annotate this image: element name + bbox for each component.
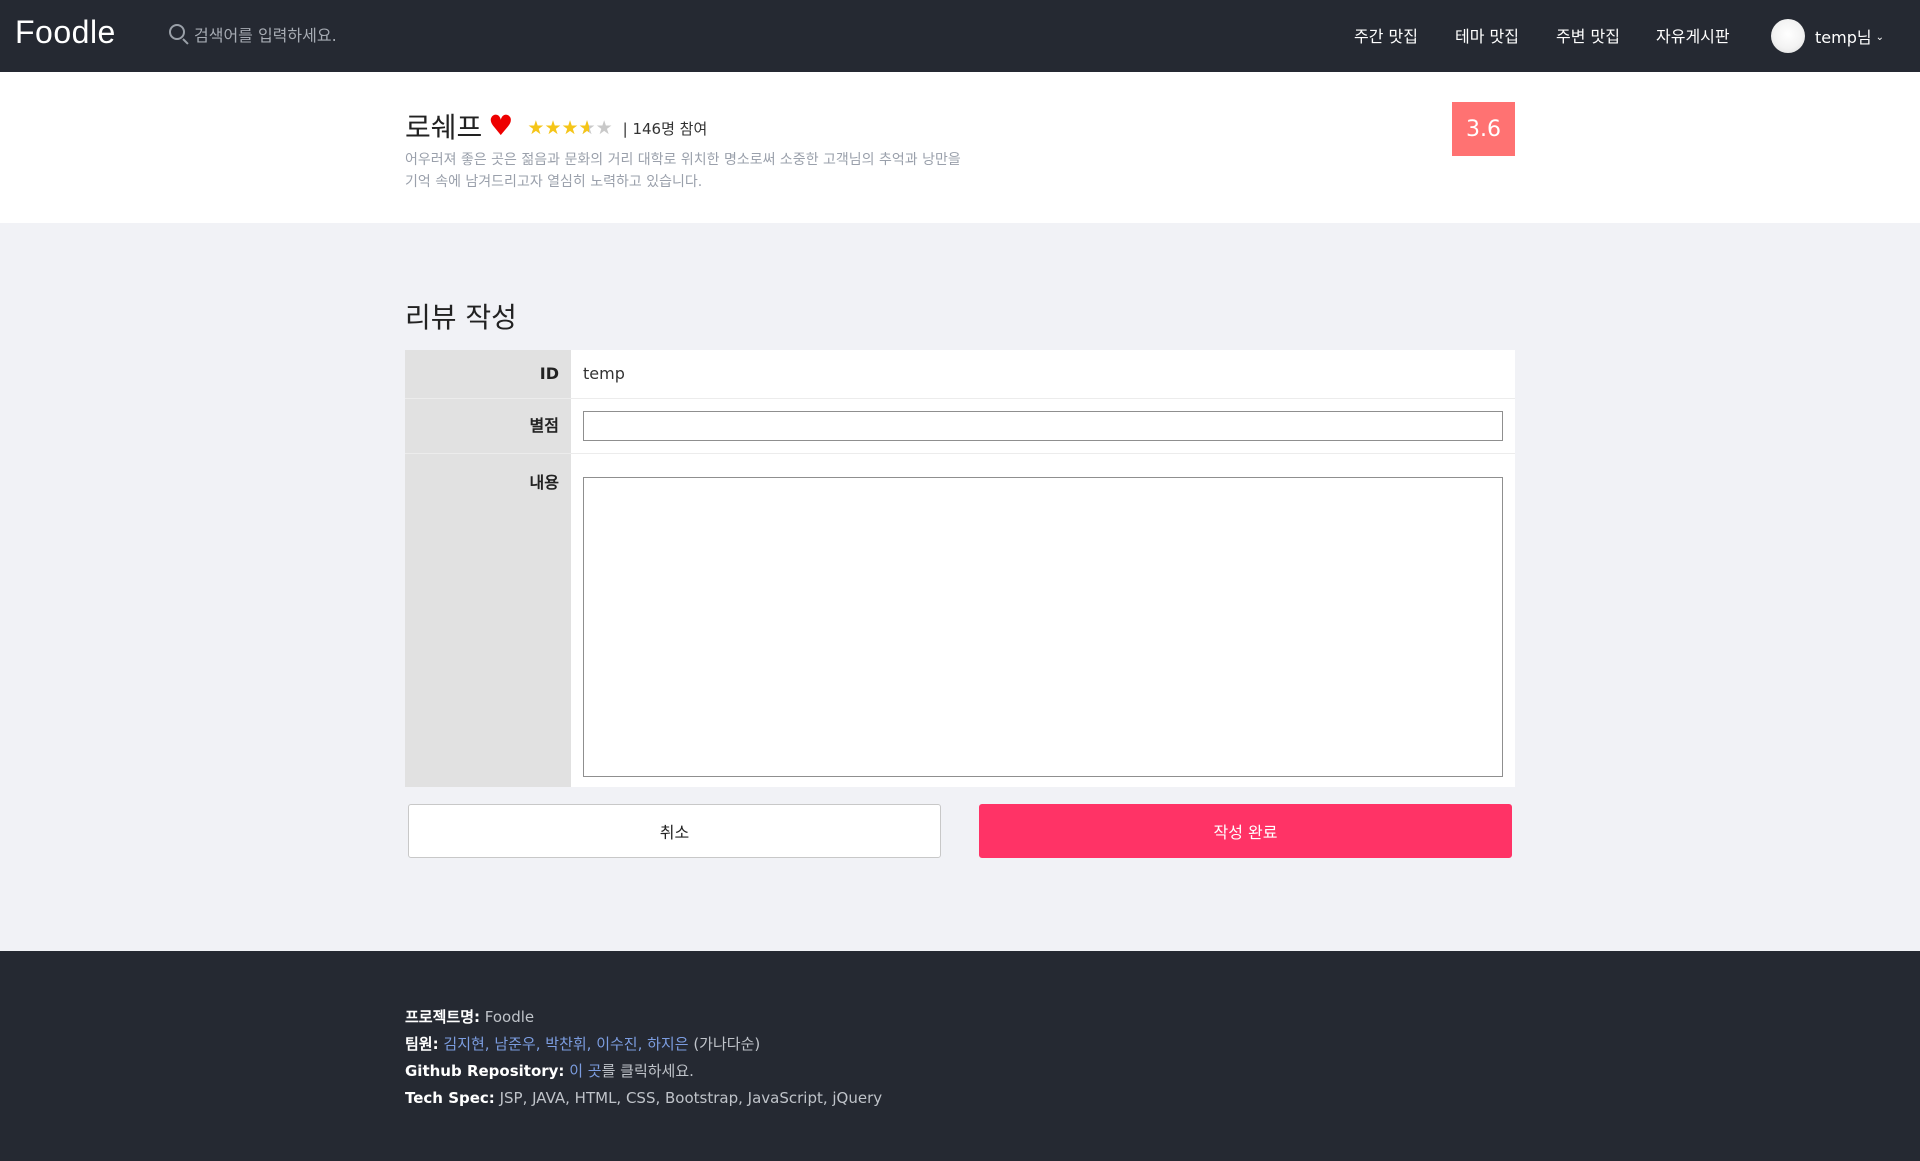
user-name[interactable]: temp님 [1815, 24, 1872, 48]
repo-key: Github Repository: [405, 1062, 565, 1080]
repo-suffix: 를 클릭하세요. [601, 1062, 694, 1080]
rating-cell [571, 399, 1515, 453]
tech-value: JSP, JAVA, HTML, CSS, Bootstrap, JavaScr… [499, 1089, 883, 1107]
form-row-rating: 별점 [405, 399, 1515, 454]
team-key: 팀원: [405, 1035, 439, 1053]
form-row-id: ID temp [405, 350, 1515, 399]
star-icon: ★ [561, 116, 579, 139]
footer-info: 프로젝트명: Foodle 팀원: 김지현, 남준우, 박찬휘, 이수진, 하지… [405, 1004, 882, 1112]
nav-item-weekly[interactable]: 주간 맛집 [1354, 23, 1418, 47]
search-icon[interactable] [168, 23, 190, 45]
footer-project: 프로젝트명: Foodle [405, 1004, 882, 1031]
star-icon: ★ ★ [578, 116, 596, 139]
footer: 프로젝트명: Foodle 팀원: 김지현, 남준우, 박찬휘, 이수진, 하지… [0, 951, 1920, 1161]
top-navbar: Foodle 검색어를 입력하세요. 주간 맛집 테마 맛집 주변 맛집 자유게… [0, 0, 1920, 72]
search-box[interactable]: 검색어를 입력하세요. [168, 22, 337, 46]
restaurant-name: 로쉐프 [405, 111, 483, 144]
participation-count: | 146명 참여 [622, 119, 708, 138]
restaurant-title-row: 로쉐프 ♥ ★ ★ ★ ★ ★ ★ | 146명 참여 [405, 106, 707, 146]
team-members-link[interactable]: 김지현, 남준우, 박찬휘, 이수진, 하지은 [443, 1035, 688, 1053]
content-label: 내용 [405, 454, 571, 787]
footer-tech: Tech Spec: JSP, JAVA, HTML, CSS, Bootstr… [405, 1085, 882, 1112]
project-value: Foodle [484, 1008, 535, 1026]
star-icon: ★ [544, 116, 562, 139]
user-menu[interactable]: temp님 ⌄ [1771, 19, 1884, 53]
score-badge: 3.6 [1452, 102, 1515, 156]
restaurant-header: 로쉐프 ♥ ★ ★ ★ ★ ★ ★ | 146명 참여 어우러져 좋은 곳은 젊음과 문화… [0, 72, 1920, 223]
id-label: ID [405, 350, 571, 398]
nav-item-nearby[interactable]: 주변 맛집 [1556, 23, 1620, 47]
nav-item-theme[interactable]: 테마 맛집 [1455, 23, 1519, 47]
star-rating: ★ ★ ★ ★ ★ ★ [527, 116, 613, 139]
search-input[interactable]: 검색어를 입력하세요. [194, 22, 337, 46]
content-textarea[interactable] [583, 477, 1503, 777]
heart-icon[interactable]: ♥ [488, 112, 513, 140]
repo-link[interactable]: 이 곳 [569, 1062, 601, 1080]
chevron-down-icon[interactable]: ⌄ [1876, 32, 1884, 43]
team-suffix: (가나다순) [693, 1035, 761, 1053]
footer-team: 팀원: 김지현, 남준우, 박찬휘, 이수진, 하지은 (가나다순) [405, 1031, 882, 1058]
review-form-title: 리뷰 작성 [405, 301, 517, 334]
content-cell [571, 454, 1515, 787]
review-form: ID temp 별점 내용 [405, 350, 1515, 787]
project-key: 프로젝트명: [405, 1008, 480, 1026]
brand-logo[interactable]: Foodle [15, 14, 116, 51]
id-value: temp [571, 350, 1515, 398]
rating-input[interactable] [583, 411, 1503, 441]
star-icon: ★ [595, 116, 613, 139]
star-icon: ★ [527, 116, 545, 139]
avatar[interactable] [1771, 19, 1805, 53]
tech-key: Tech Spec: [405, 1089, 495, 1107]
cancel-button[interactable]: 취소 [408, 804, 941, 858]
submit-button[interactable]: 작성 완료 [979, 804, 1512, 858]
restaurant-description: 어우러져 좋은 곳은 젊음과 문화의 거리 대학로 위치한 명소로써 소중한 고… [405, 152, 961, 190]
footer-repo: Github Repository: 이 곳를 클릭하세요. [405, 1058, 882, 1085]
rating-label: 별점 [405, 399, 571, 453]
nav-item-board[interactable]: 자유게시판 [1656, 23, 1730, 47]
form-row-content: 내용 [405, 454, 1515, 787]
